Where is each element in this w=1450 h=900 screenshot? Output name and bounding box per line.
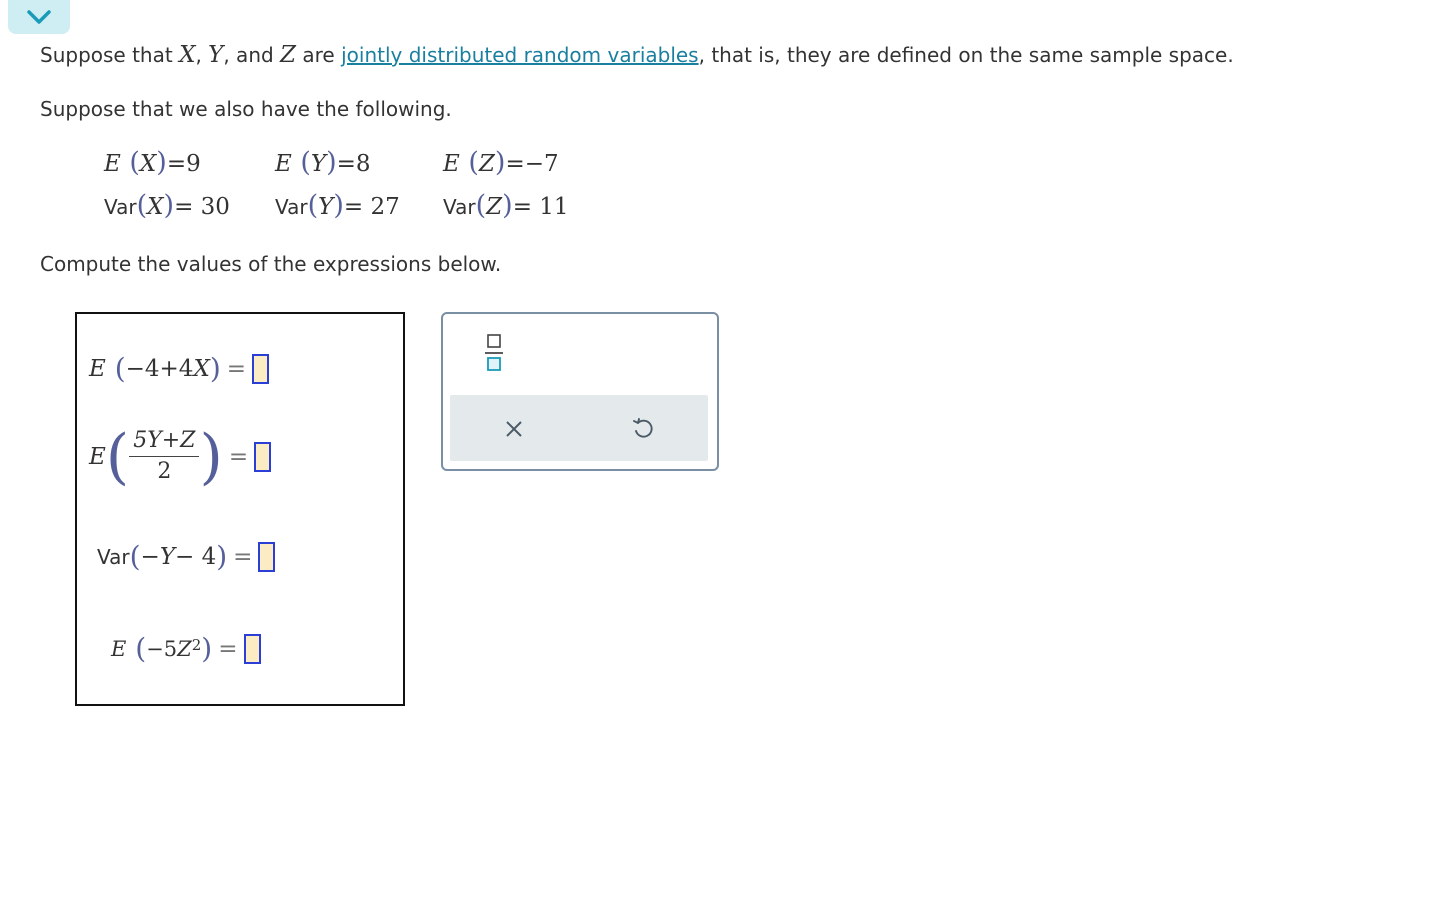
intro-paragraph: Suppose that X, Y, and Z are jointly dis… bbox=[40, 42, 1234, 68]
undo-button[interactable] bbox=[626, 412, 660, 446]
expression-var: Var(− Y − 4) = bbox=[97, 540, 276, 573]
collapse-toggle-button[interactable] bbox=[8, 0, 70, 34]
var-y: Y bbox=[208, 42, 224, 68]
fraction: 5Y+Z 2 bbox=[129, 426, 200, 487]
compute-instruction: Compute the values of the expressions be… bbox=[40, 252, 502, 276]
var-x: X bbox=[179, 42, 196, 68]
given-ey: E (Y)=8 bbox=[275, 147, 371, 178]
var-z: Z bbox=[280, 42, 297, 68]
given-varx: Var(X)= 30 bbox=[104, 190, 230, 221]
given-ex: E (X)=9 bbox=[104, 147, 201, 178]
given-ez: E (Z)=−7 bbox=[443, 147, 559, 178]
undo-icon bbox=[633, 418, 653, 438]
answer-input-4[interactable] bbox=[243, 633, 261, 664]
given-intro: Suppose that we also have the following. bbox=[40, 97, 452, 121]
expression-e-linear: E (−4+4 X) = bbox=[89, 352, 270, 385]
answer-input-2[interactable] bbox=[254, 441, 272, 472]
clear-button[interactable] bbox=[497, 412, 531, 446]
expressions-panel: E (−4+4 X) = E ( 5Y+Z 2 ) = Var(− Y − 4) =… bbox=[75, 312, 405, 706]
close-icon bbox=[506, 421, 522, 437]
tool-action-bar bbox=[450, 395, 708, 461]
expression-e-square: E (−5 Z 2) = bbox=[111, 632, 261, 665]
expression-e-fraction: E ( 5Y+Z 2 ) = bbox=[89, 426, 272, 487]
intro-text: , bbox=[195, 43, 209, 67]
intro-text: , that is, they are defined on the same … bbox=[698, 43, 1234, 67]
intro-text: Suppose that bbox=[40, 43, 180, 67]
answer-input-1[interactable] bbox=[252, 353, 270, 384]
intro-text: , and bbox=[223, 43, 281, 67]
chevron-down-icon bbox=[27, 10, 51, 24]
given-vary: Var(Y)= 27 bbox=[275, 190, 400, 221]
fraction-icon bbox=[485, 334, 503, 371]
intro-text: are bbox=[296, 43, 342, 67]
math-tools-panel bbox=[441, 312, 719, 471]
answer-input-3[interactable] bbox=[258, 541, 276, 572]
fraction-button[interactable] bbox=[479, 332, 509, 376]
given-varz: Var(Z)= 11 bbox=[443, 190, 569, 221]
jointly-distributed-link[interactable]: jointly distributed random variables bbox=[341, 43, 699, 67]
